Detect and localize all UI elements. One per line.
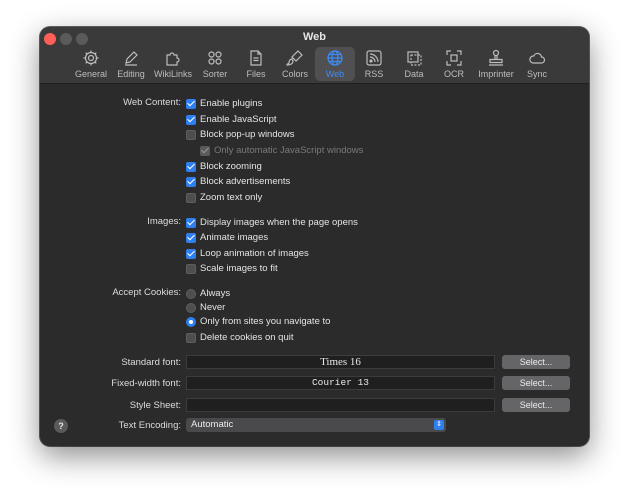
block-popups-checkbox[interactable]: Block pop-up windows [186, 128, 295, 141]
web-preferences-pane: Web Content: Enable plugins Enable JavaS… [40, 84, 589, 446]
enable-javascript-checkbox[interactable]: Enable JavaScript [186, 113, 277, 126]
rss-icon [366, 50, 382, 66]
sorter-icon [208, 51, 222, 65]
only-automatic-js-windows-checkbox: Only automatic JavaScript windows [200, 144, 363, 157]
style-sheet-select-button[interactable]: Select... [502, 398, 570, 412]
display-images-checkbox[interactable]: Display images when the page opens [186, 216, 358, 229]
scale-images-checkbox[interactable]: Scale images to fit [186, 262, 278, 275]
preferences-toolbar: General Editing WikiLinks Sorter Files C… [40, 47, 589, 83]
tab-label: Sync [526, 69, 547, 79]
gear-icon [83, 50, 99, 66]
cookies-always-radio[interactable]: Always [186, 287, 230, 300]
file-icon [250, 50, 262, 66]
block-advertisements-checkbox[interactable]: Block advertisements [186, 175, 290, 188]
pencil-icon [125, 51, 138, 66]
stamp-icon [489, 49, 503, 66]
checkbox-disabled [200, 145, 210, 156]
checkbox-checked[interactable] [186, 232, 196, 243]
cloud-icon [529, 52, 546, 64]
checkbox-checked[interactable] [186, 217, 196, 228]
text-encoding-label: Text Encoding: [118, 420, 181, 431]
checkbox-unchecked[interactable] [186, 129, 196, 140]
fixed-width-font-label: Fixed-width font: [111, 378, 181, 389]
checkbox-checked[interactable] [186, 98, 196, 109]
checkbox-checked[interactable] [186, 161, 196, 172]
globe-icon [327, 50, 343, 66]
radio-unselected[interactable] [186, 302, 196, 313]
accept-cookies-label: Accept Cookies: [112, 287, 181, 298]
standard-font-label: Standard font: [121, 357, 181, 368]
title-bar: Web General Editing WikiLinks Sorter Fil… [40, 27, 589, 84]
radio-unselected[interactable] [186, 288, 196, 299]
animate-images-checkbox[interactable]: Animate images [186, 231, 268, 244]
checkbox-checked[interactable] [186, 114, 196, 125]
block-zooming-checkbox[interactable]: Block zooming [186, 160, 262, 173]
style-sheet-label: Style Sheet: [129, 400, 181, 411]
checkbox-unchecked[interactable] [186, 263, 196, 274]
text-encoding-select[interactable]: Automatic ⇕ [186, 418, 446, 432]
window-title: Web [302, 31, 327, 43]
zoom-text-only-checkbox[interactable]: Zoom text only [186, 191, 262, 204]
checkbox-checked[interactable] [186, 176, 196, 187]
fixed-width-font-select-button[interactable]: Select... [502, 376, 570, 390]
brush-icon [286, 50, 303, 66]
style-sheet-field [186, 398, 495, 412]
preferences-window: Web General Editing WikiLinks Sorter Fil… [40, 27, 589, 446]
images-label: Images: [147, 216, 181, 227]
enable-plugins-checkbox[interactable]: Enable plugins [186, 97, 262, 110]
chevron-updown-icon: ⇕ [434, 420, 444, 430]
tab-sync[interactable]: Sync [517, 47, 557, 81]
ocr-icon [446, 50, 462, 66]
web-content-label: Web Content: [123, 97, 181, 108]
fixed-width-font-field: Courier 13 [186, 376, 495, 390]
checkbox-checked[interactable] [186, 248, 196, 259]
standard-font-field: Times 16 [186, 355, 495, 369]
puzzle-icon [166, 52, 180, 66]
text-encoding-value: Automatic [191, 419, 234, 430]
standard-font-select-button[interactable]: Select... [502, 355, 570, 369]
checkbox-unchecked[interactable] [186, 332, 196, 343]
checkbox-unchecked[interactable] [186, 192, 196, 203]
help-button[interactable]: ? [54, 419, 68, 433]
loop-animation-checkbox[interactable]: Loop animation of images [186, 247, 309, 260]
cookies-never-radio[interactable]: Never [186, 301, 225, 314]
data-icon [407, 51, 422, 66]
delete-cookies-on-quit-checkbox[interactable]: Delete cookies on quit [186, 331, 293, 344]
radio-selected[interactable] [186, 316, 196, 327]
cookies-navigated-sites-radio[interactable]: Only from sites you navigate to [186, 315, 330, 328]
